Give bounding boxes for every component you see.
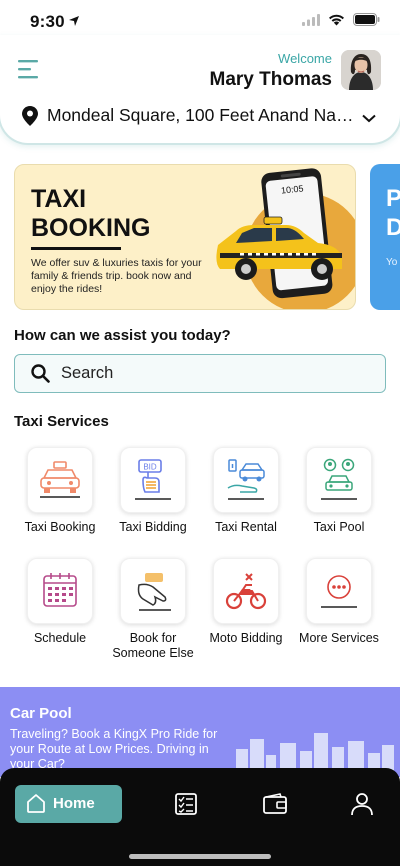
banner-title-line2: BOOKING [31,214,151,242]
rental-icon [213,447,279,513]
signal-icon [302,13,320,31]
search-box[interactable] [14,354,386,393]
header-card [0,35,400,145]
service-book-for-someone-else[interactable]: Book for Someone Else [107,558,199,661]
address-text[interactable]: Mondeal Square, 100 Feet Anand Nagar Roa… [47,105,359,126]
avatar[interactable] [341,50,381,90]
service-more-services[interactable]: More Services [293,558,385,646]
nav-home-button[interactable]: Home [15,785,122,823]
car-pool-description: Traveling? Book a KingX Pro Ride for you… [10,727,218,771]
status-time: 9:30 [30,12,65,31]
car-pool-title: Car Pool [10,705,72,722]
location-arrow-icon [68,14,80,32]
next-banner-desc: Yo wi [386,257,400,268]
car-pool-promo[interactable]: Car Pool Traveling? Book a KingX Pro Rid… [0,687,400,777]
profile-icon[interactable] [350,792,376,818]
service-label: Schedule [33,631,87,645]
service-taxi-rental[interactable]: Taxi Rental [200,447,292,535]
calendar-icon [27,558,93,624]
welcome-text: Welcome [278,51,332,66]
home-indicator [129,854,271,859]
banner-divider [31,247,121,250]
service-schedule[interactable]: Schedule [14,558,106,646]
banner-description: We offer suv & luxuries taxis for your f… [31,257,202,295]
battery-icon [353,13,380,31]
svg-text:BID: BID [143,463,157,472]
search-icon [31,364,50,388]
more-icon [306,558,372,624]
chevron-down-icon[interactable] [362,110,376,128]
services-title: Taxi Services [14,413,109,430]
bottom-navigation: Home [0,768,400,866]
user-name: Mary Thomas [209,69,332,90]
wallet-icon[interactable] [262,792,288,818]
status-icons [302,13,380,31]
service-label: Taxi Booking [24,520,96,534]
taxi-booking-banner[interactable]: TAXI BOOKING We offer suv & luxuries tax… [14,164,356,310]
service-label: Book for Someone Else [112,631,194,660]
taxi-icon [27,447,93,513]
next-banner[interactable]: P D Yo wi [370,164,400,310]
service-taxi-booking[interactable]: Taxi Booking [14,447,106,535]
menu-icon[interactable] [18,59,40,79]
banner-title-line1: TAXI [31,185,87,213]
service-label: Moto Bidding [209,631,283,645]
service-taxi-bidding[interactable]: BID Taxi Bidding [107,447,199,535]
service-label: Taxi Rental [215,520,277,534]
service-taxi-pool[interactable]: Taxi Pool [293,447,385,535]
service-label: More Services [299,631,379,645]
service-moto-bidding[interactable]: Moto Bidding [200,558,292,646]
next-banner-title: P D [386,185,400,241]
search-input[interactable] [61,361,371,385]
pool-icon [306,447,372,513]
motorbike-icon [213,558,279,624]
bid-icon: BID [120,447,186,513]
home-icon [25,792,47,819]
banner-title: TAXI BOOKING [31,185,191,243]
nav-home-label: Home [53,795,95,812]
service-label: Taxi Pool [313,520,365,534]
assist-title: How can we assist you today? [14,327,231,344]
wifi-icon [328,13,345,31]
taxi-phone-illustration: 10:05 [210,165,355,309]
hand-icon [120,558,186,624]
service-label: Taxi Bidding [119,520,187,534]
location-pin-icon [22,106,38,131]
checklist-icon[interactable] [174,792,200,818]
